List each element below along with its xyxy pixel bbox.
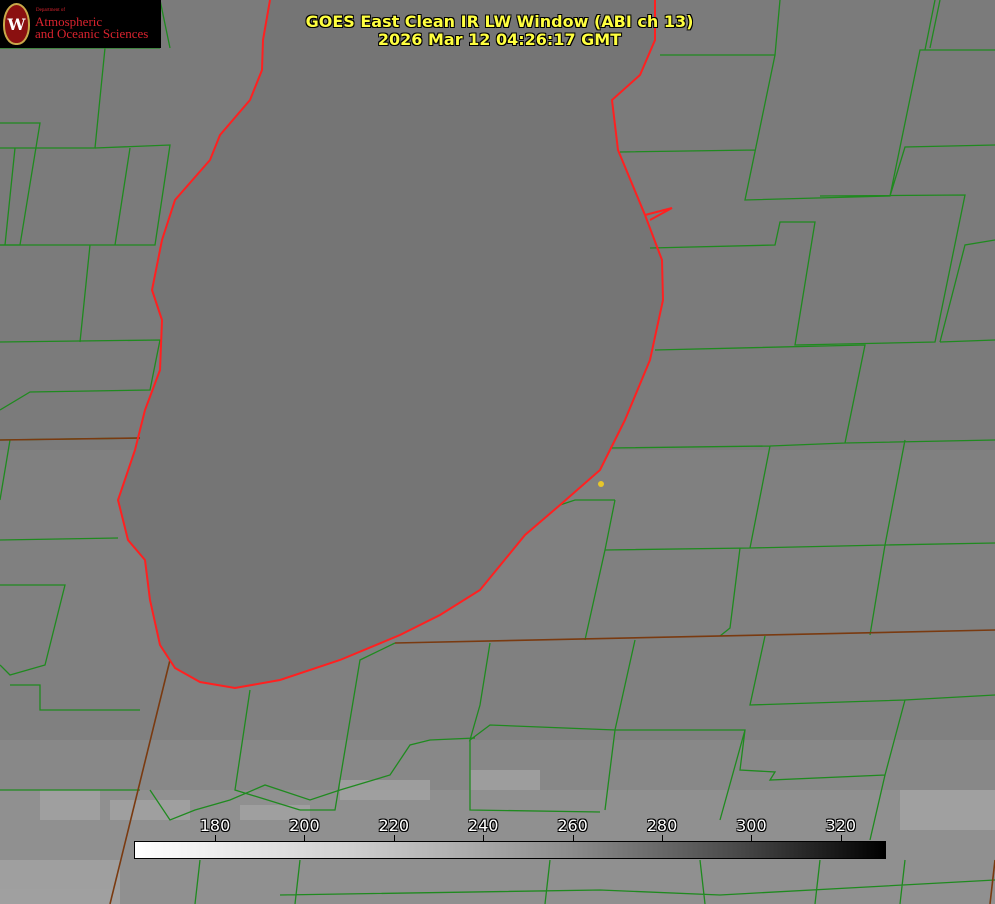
- colorbar-tick-label: 220: [378, 816, 410, 835]
- colorbar: [134, 841, 886, 859]
- colorbar-tick-mark: [751, 835, 753, 841]
- colorbar-tick-mark: [215, 835, 216, 841]
- image-title: GOES East Clean IR LW Window (ABI ch 13): [305, 12, 694, 31]
- colorbar-tick-mark: [840, 835, 842, 841]
- colorbar-tick-label: 320: [825, 816, 857, 835]
- colorbar-tick-label: 240: [467, 816, 499, 835]
- colorbar-tick-label: 260: [557, 816, 588, 835]
- colorbar-tick-mark: [572, 835, 574, 841]
- station-marker: [598, 481, 604, 487]
- satellite-map[interactable]: [0, 0, 995, 904]
- colorbar-tick-label: 300: [736, 816, 767, 835]
- colorbar-tick-mark: [483, 835, 485, 841]
- colorbar-tick-mark: [304, 835, 306, 841]
- colorbar-tick-label: 180: [199, 816, 231, 835]
- colorbar-tick-label: 200: [289, 816, 320, 835]
- colorbar-tick-mark: [662, 835, 663, 841]
- image-timestamp: 2026 Mar 12 04:26:17 GMT: [377, 30, 622, 49]
- colorbar-tick-label: 280: [646, 816, 678, 835]
- colorbar-tick-mark: [393, 835, 395, 841]
